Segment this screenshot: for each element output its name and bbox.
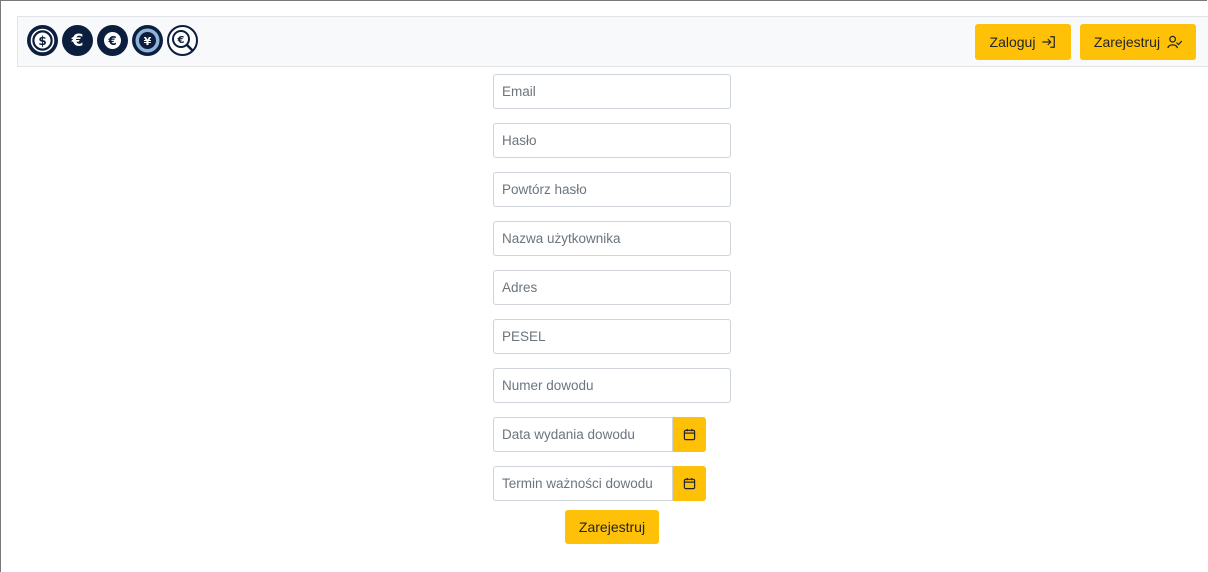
username-input[interactable] — [493, 221, 731, 256]
id-issue-date-group — [493, 417, 706, 452]
password-repeat-input[interactable] — [493, 172, 731, 207]
euro-coin-icon[interactable]: € — [62, 25, 93, 56]
address-input[interactable] — [493, 270, 731, 305]
person-check-icon — [1167, 35, 1183, 49]
sign-in-icon — [1042, 36, 1056, 48]
svg-text:$: $ — [38, 34, 46, 48]
pesel-input[interactable] — [493, 319, 731, 354]
login-button[interactable]: Zaloguj — [975, 24, 1071, 60]
register-submit-button[interactable]: Zarejestruj — [565, 510, 659, 544]
id-expiry-date-input[interactable] — [493, 466, 673, 501]
id-expiry-date-calendar-button[interactable] — [673, 466, 706, 501]
email-input[interactable] — [493, 74, 731, 109]
id-issue-date-input[interactable] — [493, 417, 673, 452]
euro-coin-icon[interactable]: € — [97, 25, 128, 56]
euro-search-icon[interactable]: € — [167, 25, 198, 56]
login-button-label: Zaloguj — [989, 34, 1036, 50]
id-expiry-date-group — [493, 466, 706, 501]
svg-text:€: € — [107, 34, 116, 48]
yen-coin-icon[interactable]: ¥ — [132, 25, 163, 56]
calendar-icon — [683, 428, 696, 441]
calendar-icon — [683, 477, 696, 490]
register-nav-button-label: Zarejestruj — [1093, 34, 1161, 50]
password-input[interactable] — [493, 123, 731, 158]
svg-text:€: € — [177, 35, 185, 46]
id-number-input[interactable] — [493, 368, 731, 403]
navbar: $ € € ¥ € Zaloguj Zarejestruj — [17, 16, 1208, 67]
svg-text:¥: ¥ — [144, 35, 152, 48]
logo-group: $ € € ¥ € — [27, 25, 198, 56]
registration-form — [493, 74, 731, 515]
svg-text:€: € — [71, 31, 84, 51]
register-nav-button[interactable]: Zarejestruj — [1080, 24, 1196, 60]
id-issue-date-calendar-button[interactable] — [673, 417, 706, 452]
dollar-coin-icon[interactable]: $ — [27, 25, 58, 56]
page: $ € € ¥ € Zaloguj Zarejestruj Email Nazw… — [0, 0, 1208, 572]
